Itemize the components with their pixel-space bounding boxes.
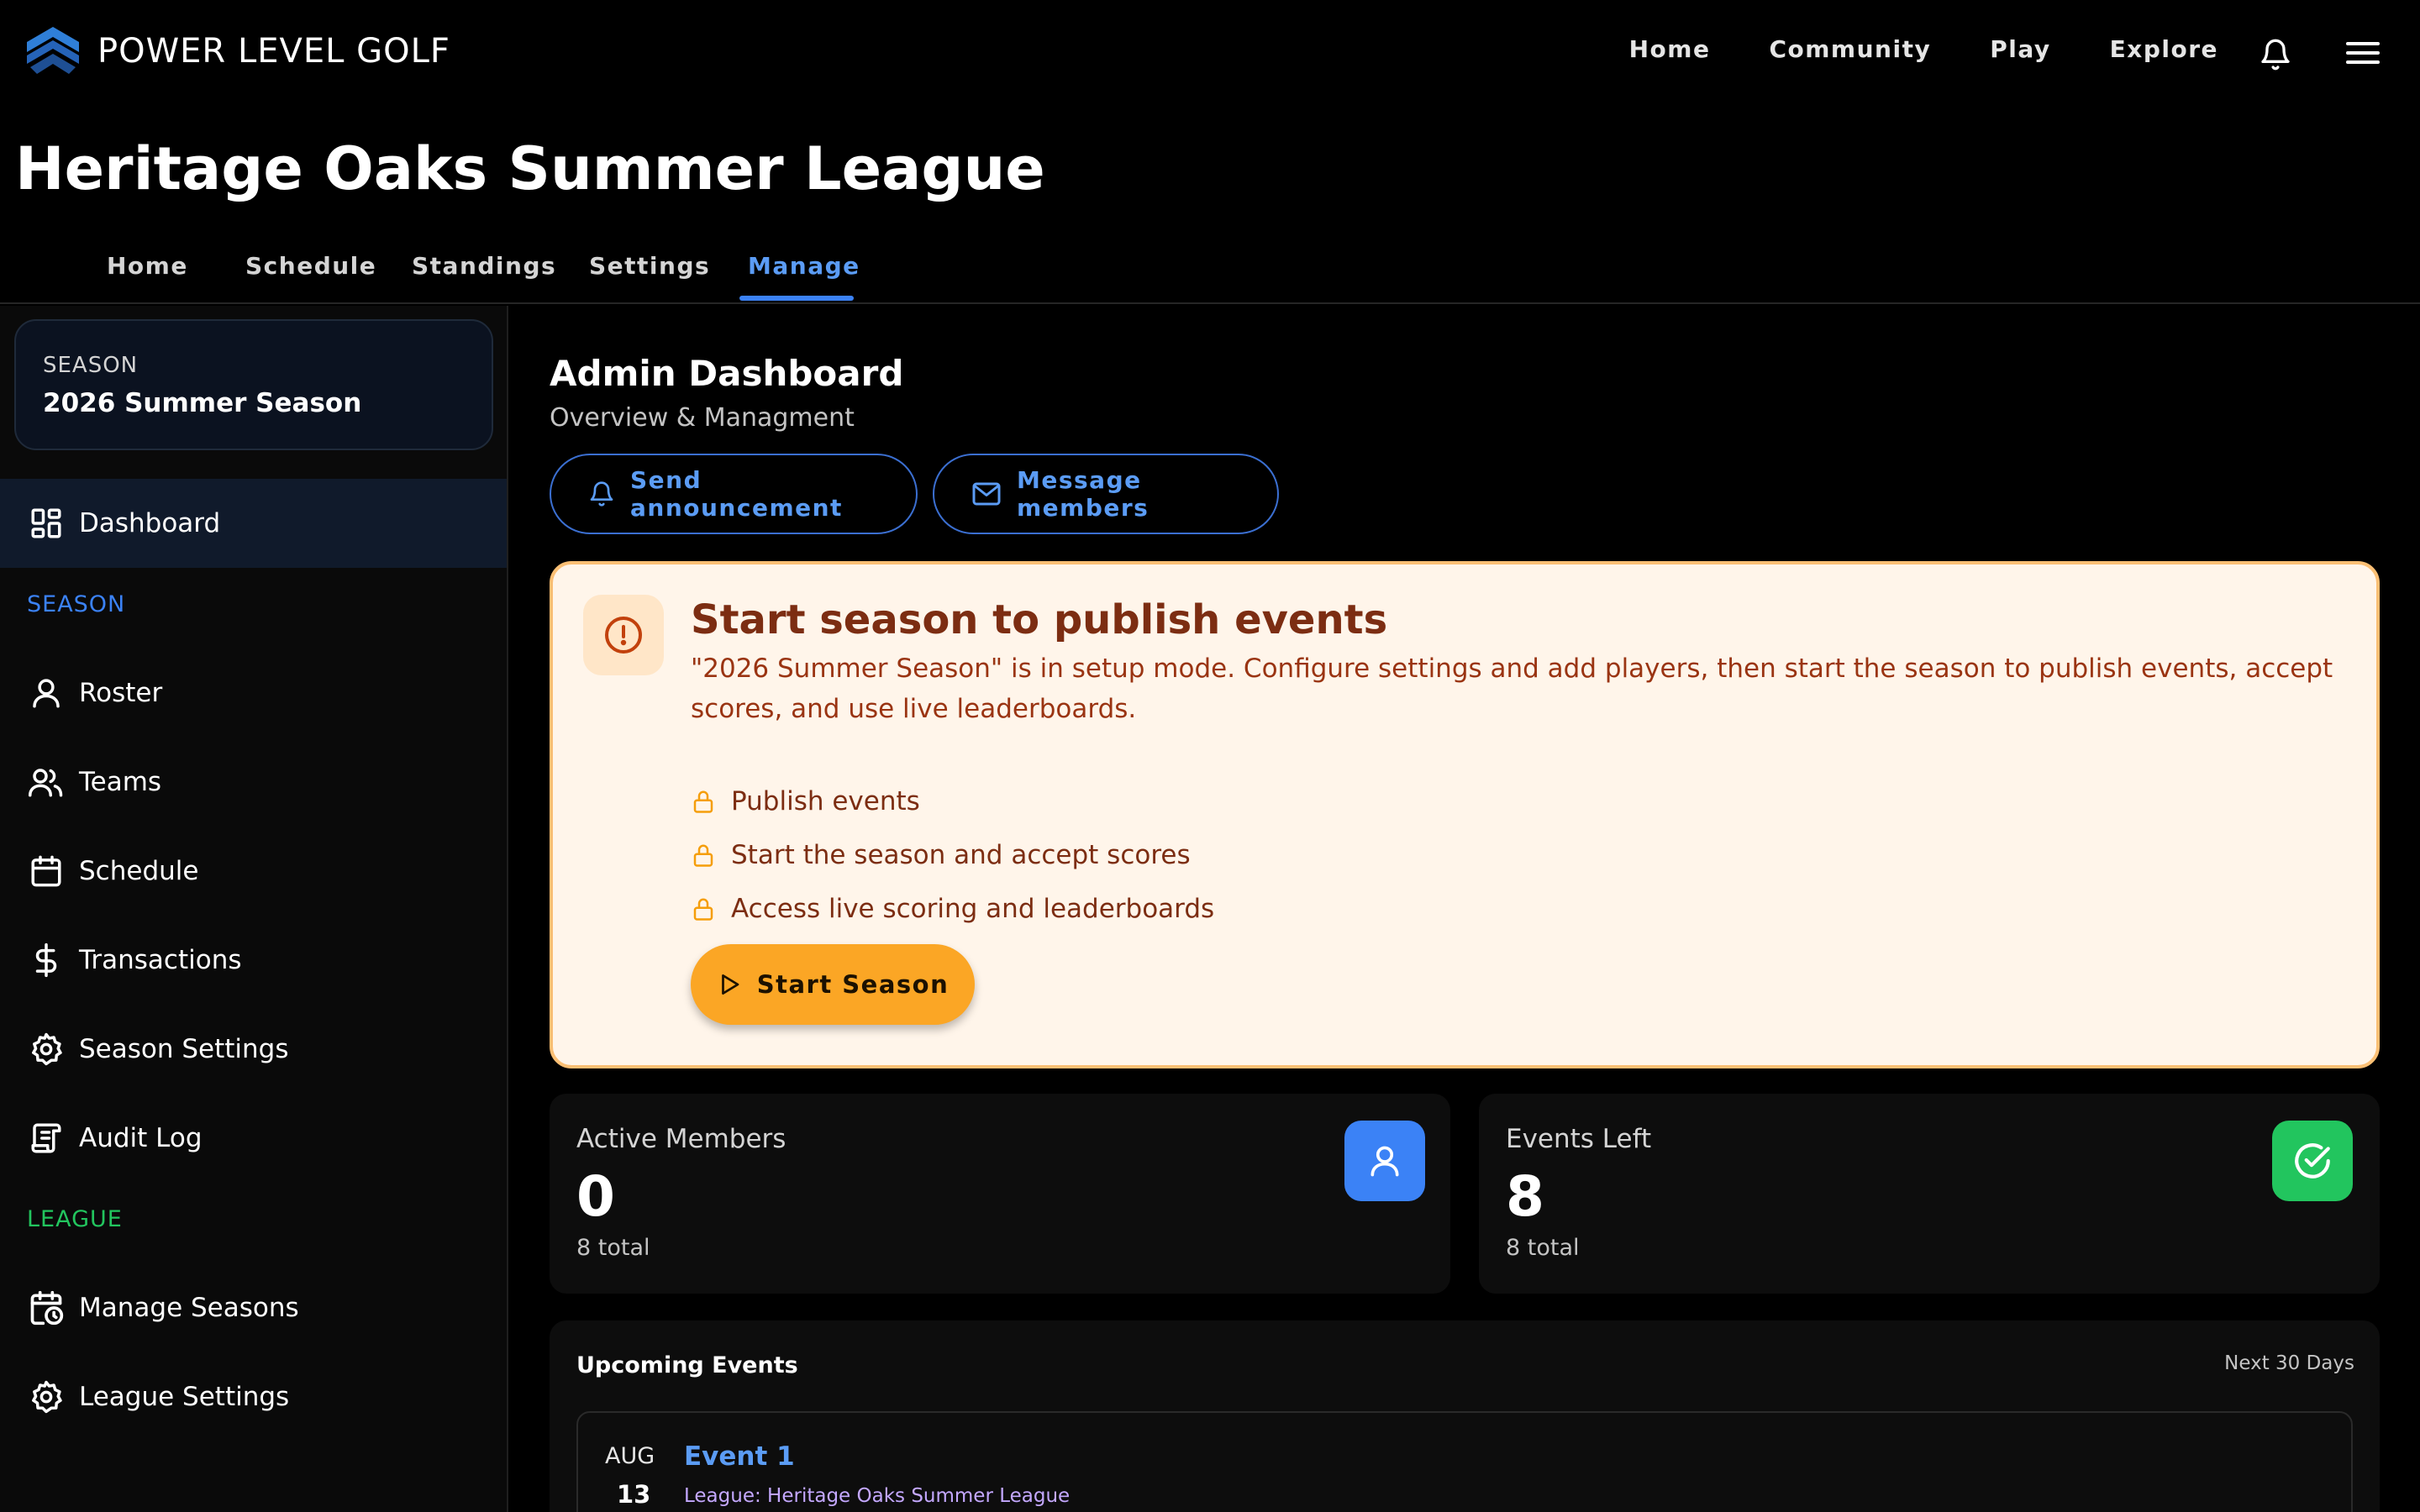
upcoming-events-title: Upcoming Events (576, 1352, 798, 1378)
scroll-icon (27, 1119, 66, 1158)
locked-feature-item: Access live scoring and leaderboards (691, 894, 1214, 924)
event-league: League: Heritage Oaks Summer League (684, 1485, 1071, 1507)
send-announcement-button[interactable]: Send announcement (550, 454, 918, 534)
top-nav-links: Home Community Play Explore (1570, 35, 2218, 63)
stat-card-active-members: Active Members 0 8 total (550, 1094, 1450, 1294)
event-card[interactable]: AUG 13 Event 1 League: Heritage Oaks Sum… (576, 1411, 2353, 1512)
event-day: 13 (617, 1480, 651, 1509)
sidebar-item-label: Season Settings (79, 1034, 289, 1064)
locked-feature-label: Access live scoring and leaderboards (731, 894, 1215, 924)
top-navbar: POWER LEVEL GOLF Home Community Play Exp… (0, 0, 2420, 108)
upcoming-events-range: Next 30 Days (2224, 1352, 2354, 1374)
user-icon (1344, 1121, 1425, 1201)
tab-manage[interactable]: Manage (748, 252, 860, 280)
brand[interactable]: POWER LEVEL GOLF (25, 25, 450, 77)
sidebar-item-label: Teams (79, 767, 162, 797)
season-card-label: SEASON (43, 353, 139, 378)
stat-card-events-left: Events Left 8 8 total (1479, 1094, 2380, 1294)
locked-feature-item: Publish events (691, 786, 920, 816)
nav-explore[interactable]: Explore (2110, 35, 2218, 63)
lock-icon (691, 788, 716, 815)
user-icon (27, 674, 66, 712)
mail-icon (971, 481, 1002, 507)
upcoming-events-panel: Upcoming Events Next 30 Days AUG 13 Even… (550, 1320, 2380, 1512)
locked-feature-item: Start the season and accept scores (691, 840, 1191, 870)
nav-play[interactable]: Play (1990, 35, 2050, 63)
lock-icon (691, 895, 716, 922)
sidebar-section-league: LEAGUE (27, 1206, 123, 1232)
page-title: Heritage Oaks Summer League (15, 134, 1045, 203)
event-name-link[interactable]: Event 1 (684, 1441, 795, 1472)
sidebar-item-label: Audit Log (79, 1123, 203, 1153)
dashboard-subtitle: Overview & Managment (550, 403, 855, 433)
sidebar-item-label: Schedule (79, 856, 199, 886)
sidebar-item-season-settings[interactable]: Season Settings (0, 1005, 507, 1094)
brand-name: POWER LEVEL GOLF (97, 32, 450, 71)
lock-icon (691, 842, 716, 869)
notifications-bell-icon[interactable] (2259, 37, 2292, 72)
sidebar-item-teams[interactable]: Teams (0, 738, 507, 827)
start-season-label: Start Season (756, 970, 950, 999)
start-season-button[interactable]: Start Season (691, 944, 975, 1025)
season-selector[interactable]: SEASON 2026 Summer Season (14, 319, 493, 450)
calendar-icon (27, 852, 66, 890)
sidebar-item-league-settings[interactable]: League Settings (0, 1352, 507, 1441)
hamburger-menu-icon[interactable] (2346, 40, 2380, 66)
sidebar-section-season: SEASON (27, 591, 126, 617)
event-month: AUG (605, 1443, 655, 1469)
bell-icon (588, 480, 615, 508)
active-tab-indicator (739, 296, 854, 301)
calendar-clock-icon (27, 1289, 66, 1327)
tab-settings[interactable]: Settings (589, 252, 710, 280)
tab-home[interactable]: Home (107, 252, 188, 280)
sidebar-item-label: Transactions (79, 945, 242, 975)
stat-value: 8 (1506, 1164, 1544, 1229)
locked-feature-label: Publish events (731, 786, 920, 816)
locked-feature-label: Start the season and accept scores (731, 840, 1191, 870)
nav-home[interactable]: Home (1629, 35, 1711, 63)
logo-icon (25, 25, 81, 77)
sidebar-item-audit-log[interactable]: Audit Log (0, 1094, 507, 1183)
play-icon (717, 971, 742, 998)
alert-circle-icon (583, 595, 664, 675)
alert-description: "2026 Summer Season" is in setup mode. C… (691, 654, 2333, 724)
sidebar-item-label: Roster (79, 678, 163, 708)
stat-label: Events Left (1506, 1124, 1652, 1154)
stat-total: 8 total (576, 1235, 650, 1261)
sidebar: SEASON 2026 Summer Season Dashboard SEAS… (0, 306, 508, 1512)
alert-title: Start season to publish events (691, 596, 1388, 643)
dashboard-title: Admin Dashboard (550, 353, 904, 394)
start-season-alert: Start season to publish events "2026 Sum… (550, 561, 2380, 1068)
stat-value: 0 (576, 1164, 615, 1229)
dashboard-grid-icon (27, 504, 66, 543)
tab-schedule[interactable]: Schedule (245, 252, 376, 280)
sidebar-item-dashboard[interactable]: Dashboard (0, 479, 507, 568)
league-tabs: Home Schedule Standings Settings Manage (0, 244, 2420, 304)
season-card-value: 2026 Summer Season (43, 388, 362, 418)
dollar-icon (27, 941, 66, 979)
sidebar-item-transactions[interactable]: Transactions (0, 916, 507, 1005)
nav-community[interactable]: Community (1769, 35, 1931, 63)
stat-total: 8 total (1506, 1235, 1580, 1261)
stat-label: Active Members (576, 1124, 786, 1154)
send-announcement-label: Send announcement (630, 466, 843, 522)
sidebar-item-label: League Settings (79, 1382, 290, 1412)
tab-standings[interactable]: Standings (412, 252, 556, 280)
check-circle-icon (2272, 1121, 2353, 1201)
sidebar-item-roster[interactable]: Roster (0, 648, 507, 738)
sidebar-item-label: Manage Seasons (79, 1293, 299, 1323)
gear-icon (27, 1378, 66, 1416)
gear-icon (27, 1030, 66, 1068)
message-members-label: Message members (1017, 466, 1150, 522)
sidebar-item-schedule[interactable]: Schedule (0, 827, 507, 916)
sidebar-item-manage-seasons[interactable]: Manage Seasons (0, 1263, 507, 1352)
message-members-button[interactable]: Message members (933, 454, 1279, 534)
users-icon (27, 763, 66, 801)
sidebar-item-label: Dashboard (79, 508, 221, 538)
